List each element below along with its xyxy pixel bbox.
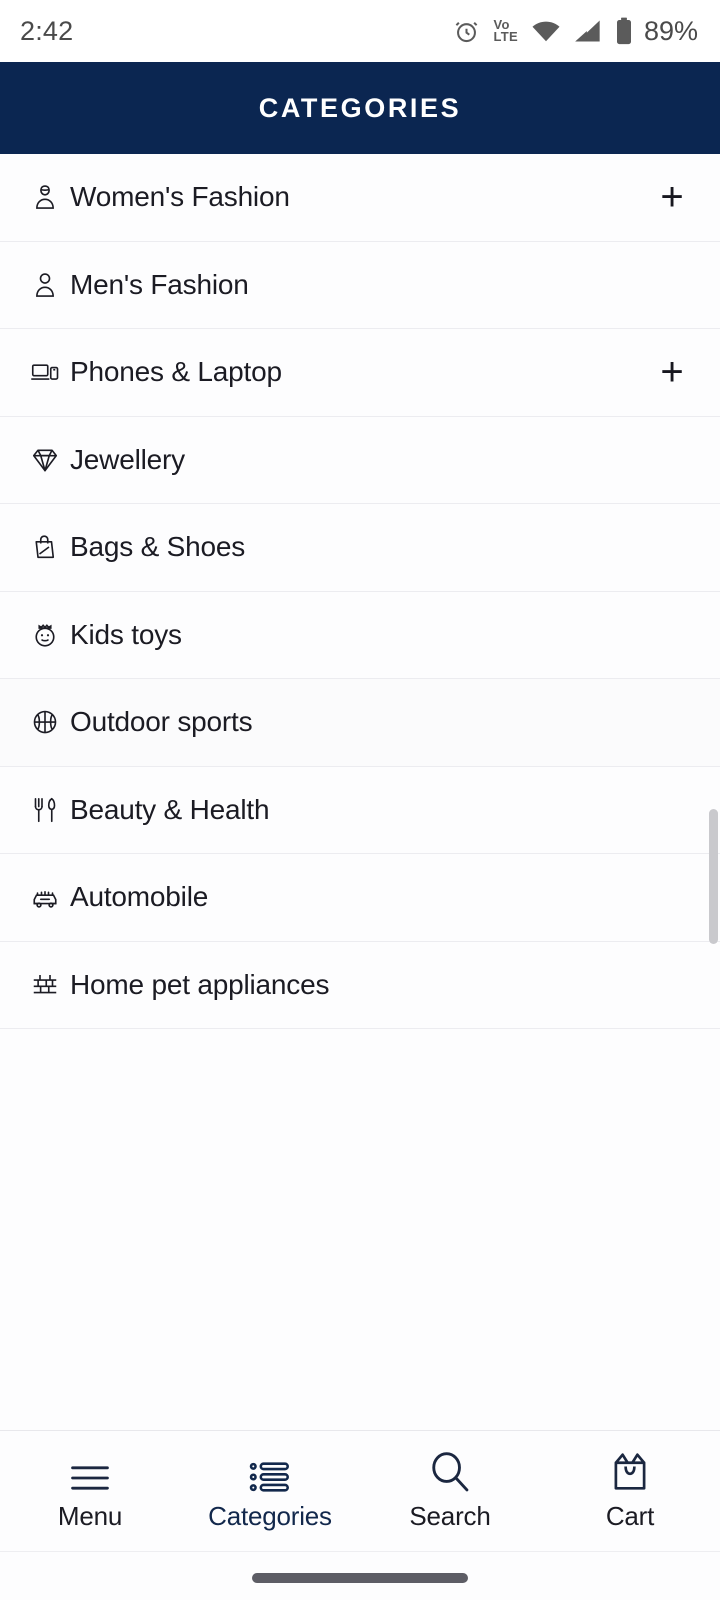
category-row-mens-fashion[interactable]: Men's Fashion + (0, 241, 720, 329)
nav-item-categories[interactable]: Categories (180, 1450, 360, 1532)
categories-list[interactable]: Women's Fashion + Men's Fashion + (0, 154, 720, 1029)
shopping-bag-icon (28, 530, 62, 564)
battery-icon (615, 17, 633, 45)
wifi-icon (531, 19, 561, 43)
app-header-bar: CATEGORIES (0, 62, 720, 154)
battery-percent: 89% (643, 15, 698, 46)
shelf-icon (28, 968, 62, 1002)
bottom-navigation-bar: Menu Categories Search Cart (0, 1430, 720, 1552)
cellular-signal-icon (574, 19, 602, 43)
app-screen: 2:42 Vo LTE 89% CATEGORIES Women's Fashi… (0, 0, 720, 1600)
category-row-bags-shoes[interactable]: Bags & Shoes + (0, 504, 720, 592)
category-label: Outdoor sports (70, 706, 253, 738)
category-label: Bags & Shoes (70, 531, 246, 563)
expand-plus-icon[interactable]: + (652, 177, 692, 217)
category-label: Men's Fashion (70, 268, 249, 300)
vertical-scrollbar-thumb[interactable] (709, 809, 718, 944)
category-row-womens-fashion[interactable]: Women's Fashion + (0, 154, 720, 242)
category-label: Automobile (70, 881, 209, 913)
category-label: Kids toys (70, 618, 182, 650)
alarm-clock-icon (453, 18, 480, 45)
expand-plus-icon[interactable]: + (652, 352, 692, 392)
nav-label: Categories (208, 1501, 332, 1531)
nav-item-menu[interactable]: Menu (0, 1450, 180, 1532)
category-label: Women's Fashion (70, 181, 290, 213)
category-row-home-pet-appliances[interactable]: Home pet appliances + (0, 941, 720, 1029)
category-row-phones-laptop[interactable]: Phones & Laptop + (0, 329, 720, 417)
basketball-icon (28, 705, 62, 739)
woman-avatar-icon (28, 180, 62, 214)
category-label: Phones & Laptop (70, 356, 282, 388)
laptop-phone-icon (28, 355, 62, 389)
nav-label: Menu (57, 1501, 123, 1531)
status-bar: 2:42 Vo LTE 89% (0, 0, 720, 62)
volte-bottom-label: LTE (493, 29, 518, 44)
status-icons: Vo LTE 89% (453, 16, 698, 47)
category-label: Beauty & Health (70, 793, 270, 825)
category-label: Jewellery (70, 443, 185, 475)
search-icon (428, 1450, 472, 1494)
category-label: Home pet appliances (70, 968, 330, 1000)
list-bullets-icon (248, 1450, 292, 1494)
page-title: CATEGORIES (258, 92, 462, 123)
nav-item-cart[interactable]: Cart (540, 1450, 720, 1532)
category-row-kids-toys[interactable]: Kids toys + (0, 591, 720, 679)
child-face-icon (28, 618, 62, 652)
diamond-icon (28, 443, 62, 477)
man-avatar-icon (28, 268, 62, 302)
category-row-jewellery[interactable]: Jewellery + (0, 416, 720, 504)
nav-item-search[interactable]: Search (360, 1450, 540, 1532)
category-row-outdoor-sports[interactable]: Outdoor sports + (0, 679, 720, 767)
hamburger-menu-icon (68, 1450, 112, 1494)
volte-indicator: Vo LTE (493, 17, 518, 44)
category-row-automobile[interactable]: Automobile + (0, 854, 720, 942)
nav-label: Search (409, 1501, 491, 1531)
home-indicator[interactable] (252, 1573, 468, 1583)
nav-label: Cart (605, 1501, 655, 1531)
category-row-beauty-health[interactable]: Beauty & Health + (0, 766, 720, 854)
fork-knife-icon (28, 793, 62, 827)
status-time: 2:42 (20, 15, 74, 46)
car-icon (28, 880, 62, 914)
shopping-cart-bag-icon (608, 1450, 652, 1494)
